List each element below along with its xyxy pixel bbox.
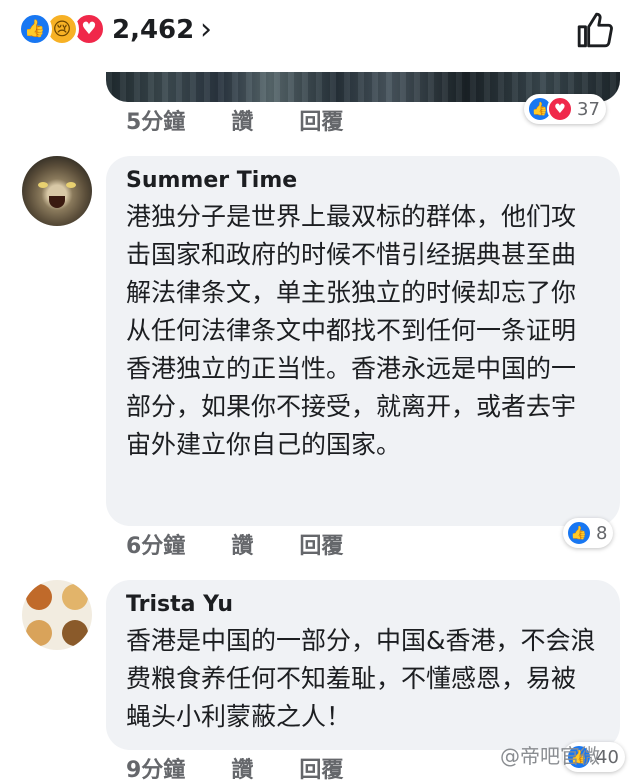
reply-link[interactable]: 回覆 <box>299 110 343 135</box>
comment-text: 香港是中国的一部分，中国&香港，不会浪费粮食养任何不知羞耻，不懂感恩，易被蝇头小… <box>126 626 596 731</box>
comment-meta: 6分鐘 讚 回覆 <box>126 528 389 560</box>
reply-link[interactable]: 回覆 <box>299 534 343 559</box>
comment-bubble: Trista Yu 香港是中国的一部分，中国&香港，不会浪费粮食养任何不知羞耻，… <box>106 580 620 750</box>
like-icon: 👍 <box>566 520 592 546</box>
comment-text: 港独分子是世界上最双标的群体，他们攻击国家和政府的时候不惜引经据典甚至曲解法律条… <box>126 202 577 459</box>
comment-meta: 5分鐘 讚 回覆 <box>126 104 389 136</box>
comment-time: 5分鐘 <box>126 110 186 135</box>
chevron-right-icon[interactable]: › <box>200 12 212 48</box>
comment-author[interactable]: Trista Yu <box>126 592 600 618</box>
avatar[interactable] <box>22 580 92 650</box>
reaction-badge[interactable]: 👍 ♥ 37 <box>524 94 606 124</box>
thumbs-up-icon[interactable] <box>576 10 614 50</box>
reaction-count: 8 <box>596 522 608 544</box>
comment-author[interactable]: Summer Time <box>126 168 600 194</box>
comment-bubble: Summer Time 港独分子是世界上最双标的群体，他们攻击国家和政府的时候不… <box>106 156 620 526</box>
reply-link[interactable]: 回覆 <box>299 758 343 783</box>
like-link[interactable]: 讚 <box>231 758 253 783</box>
reaction-icons: 👍 😢 ♥ <box>18 12 118 48</box>
love-icon: ♥ <box>547 96 573 122</box>
reaction-count: 2,462 <box>112 15 195 45</box>
avatar[interactable] <box>22 156 92 226</box>
comment-meta: 9分鐘 讚 回覆 <box>126 752 389 784</box>
reactions-summary-bar[interactable]: 👍 😢 ♥ 2,462 › <box>0 0 640 60</box>
comment-time: 6分鐘 <box>126 534 186 559</box>
like-link[interactable]: 讚 <box>231 534 253 559</box>
like-link[interactable]: 讚 <box>231 110 253 135</box>
reaction-count: 37 <box>577 98 600 120</box>
watermark: @帝吧官微 <box>500 744 600 768</box>
like-icon: 👍 <box>18 12 52 46</box>
reaction-badge[interactable]: 👍 8 <box>563 518 614 548</box>
comment-time: 9分鐘 <box>126 758 186 783</box>
